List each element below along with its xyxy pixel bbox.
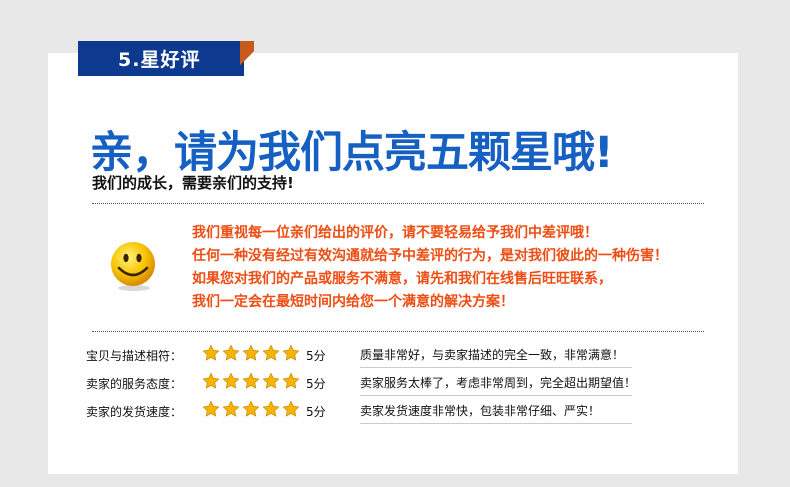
subhead: 我们的成长，需要亲们的支持! <box>92 174 294 192</box>
divider-bottom <box>92 331 704 332</box>
row-divider <box>360 423 632 424</box>
rating-comment: 质量非常好，与卖家描述的完全一致，非常满意！ <box>360 348 625 362</box>
rating-comment: 卖家服务太棒了，考虑非常周到，完全超出期望值！ <box>360 376 637 390</box>
star-icon <box>262 372 280 389</box>
rating-row-service: 卖家的服务态度： 5分 卖家服务太棒了，考虑非常周到，完全超出期望值！ <box>86 368 636 396</box>
badge-fold-corner <box>240 41 254 76</box>
rating-score: 5分 <box>306 377 326 391</box>
star-icon <box>262 344 280 361</box>
notice-line: 我们一定会在最短时间内给您一个满意的解决方案！ <box>192 294 514 310</box>
star-rating <box>202 344 300 362</box>
rating-comment: 卖家发货速度非常快，包装非常仔细、严实！ <box>360 404 601 418</box>
star-icon <box>282 400 300 417</box>
rating-label: 宝贝与描述相符： <box>86 349 183 363</box>
rating-score: 5分 <box>306 405 326 419</box>
section-badge-label: 5.星好评 <box>118 49 201 71</box>
star-icon <box>282 344 300 361</box>
rating-label: 卖家的服务态度： <box>86 377 183 391</box>
star-icon <box>202 372 220 389</box>
star-icon <box>202 344 220 361</box>
rating-score: 5分 <box>306 349 326 363</box>
star-icon <box>242 400 260 417</box>
divider-top <box>92 203 704 204</box>
star-icon <box>262 400 280 417</box>
rating-label: 卖家的发货速度： <box>86 405 183 419</box>
headline: 亲，请为我们点亮五颗星哦! <box>90 128 614 178</box>
star-icon <box>202 400 220 417</box>
notice-line: 任何一种没有经过有效沟通就给予中差评的行为，是对我们彼此的一种伤害！ <box>192 248 668 264</box>
notice-line: 我们重视每一位亲们给出的评价，请不要轻易给予我们中差评哦！ <box>192 225 598 241</box>
star-rating <box>202 400 300 418</box>
section-badge: 5.星好评 <box>78 41 244 76</box>
star-icon <box>282 372 300 389</box>
star-icon <box>242 344 260 361</box>
star-icon <box>242 372 260 389</box>
rating-row-description: 宝贝与描述相符： 5分 质量非常好，与卖家描述的完全一致，非常满意！ <box>86 340 632 368</box>
rating-row-shipping: 卖家的发货速度： 5分 卖家发货速度非常快，包装非常仔细、严实！ <box>86 396 632 424</box>
notice-line: 如果您对我们的产品或服务不满意，请先和我们在线售后旺旺联系， <box>192 271 612 287</box>
notice-text: 我们重视每一位亲们给出的评价，请不要轻易给予我们中差评哦！ 任何一种没有经过有效… <box>192 222 668 314</box>
rating-list: 宝贝与描述相符： 5分 质量非常好，与卖家描述的完全一致，非常满意！ 卖家的服务… <box>86 340 636 424</box>
star-icon <box>222 400 240 417</box>
smiley-face-icon <box>111 242 155 291</box>
star-icon <box>222 344 240 361</box>
star-rating <box>202 372 300 390</box>
star-icon <box>222 372 240 389</box>
